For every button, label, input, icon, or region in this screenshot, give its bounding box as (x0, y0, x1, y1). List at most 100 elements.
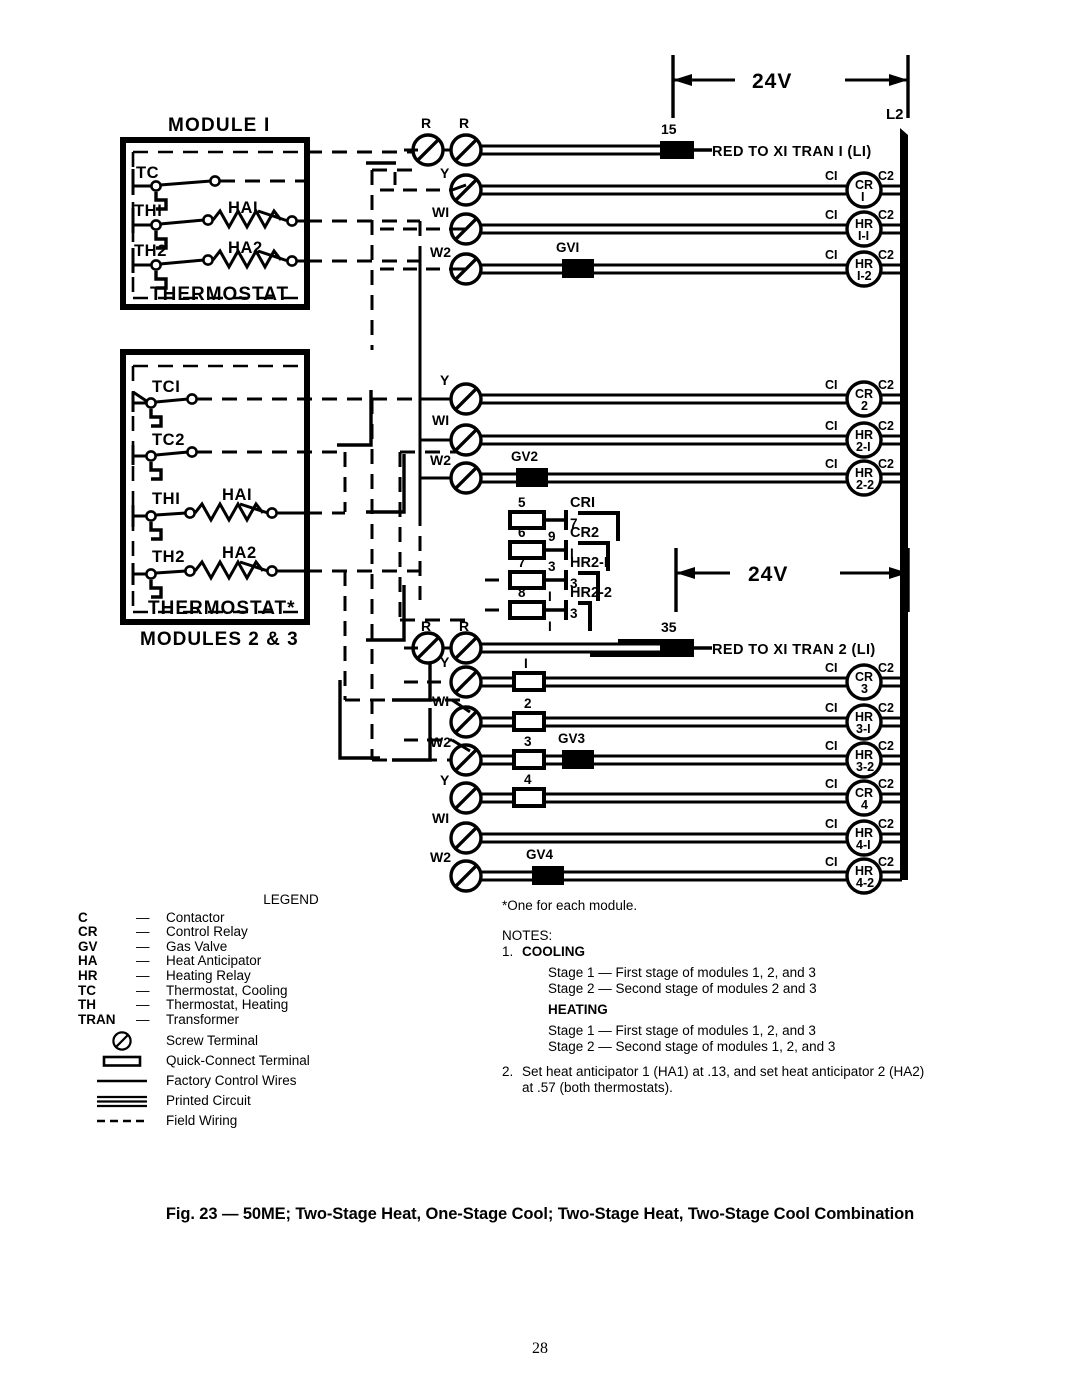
legend-symbol-row: Printed Circuit (78, 1091, 478, 1110)
quick-connect-terminal-icon[interactable] (512, 711, 546, 732)
quick-connect-terminal-icon (78, 1053, 166, 1069)
quick-connect-terminal-icon[interactable] (660, 141, 694, 159)
screw-terminal-icon[interactable] (449, 821, 483, 855)
quick-connect-terminal-icon[interactable] (508, 510, 546, 530)
quick-connect-terminal-icon[interactable] (508, 570, 546, 590)
coil-sub: I-2 (857, 269, 872, 283)
terminal-label-w1: WI (432, 810, 449, 826)
legend-symbol-row: Factory Control Wires (78, 1071, 478, 1090)
screw-terminal-icon[interactable] (449, 461, 483, 495)
legend-term: Contactor (166, 909, 225, 925)
field-wiring-icon (78, 1116, 166, 1126)
factory-control-wires-icon (78, 1076, 166, 1086)
transformer-lead-label-2: RED TO XI TRAN 2 (LI) (712, 642, 876, 658)
screw-terminal-icon[interactable] (449, 382, 483, 416)
legend-dash: — (136, 1011, 150, 1027)
voltage-dimension-top: 24V (671, 55, 910, 118)
screw-terminal-icon[interactable] (449, 133, 483, 167)
coil-terminal-c2: C2 (878, 378, 894, 392)
screw-terminal-icon[interactable] (449, 781, 483, 815)
circuit-row-w1-hr21: WI HR 2-I CI C2 (420, 412, 902, 459)
gas-valve-terminal-icon[interactable] (532, 866, 564, 885)
screw-terminal-icon[interactable] (449, 705, 483, 739)
module1-box-label: THERMOSTAT (150, 284, 289, 305)
coil-sub: 2-2 (856, 478, 874, 492)
quick-connect-terminal-icon[interactable] (660, 639, 694, 657)
contact-bottom-number: I (548, 619, 552, 634)
quick-connect-terminal-icon[interactable] (512, 749, 546, 770)
quick-connect-terminal-icon[interactable] (508, 540, 546, 560)
legend-term: Gas Valve (166, 938, 228, 954)
terminal-label-w1: WI (432, 412, 449, 428)
legend-dash: — (136, 953, 150, 969)
legend-abbr: HA (78, 953, 98, 969)
quick-connect-terminal-icon[interactable] (512, 787, 546, 808)
legend: LEGEND C — Contactor CR — Control Relay … (78, 892, 478, 1130)
screw-terminal-icon (78, 1030, 166, 1052)
voltage-dimension-bottom: 24V (674, 548, 910, 612)
modules23-switch-th2 (131, 558, 420, 599)
legend-abbr: GV (78, 938, 98, 954)
terminal-label-w2: W2 (430, 452, 451, 468)
coil-terminal-c2: C2 (878, 661, 894, 675)
note-heating-stage-2: Stage 2 — Second stage of modules 1, 2, … (548, 1038, 836, 1054)
gas-valve-terminal-icon[interactable] (562, 259, 594, 278)
contact-block: 5 9 CRI 7 6 3 CR2 I 7 I HR2-I 3 8 I HR2-… (485, 495, 620, 634)
contact-name: HR2-I (570, 555, 608, 571)
coil-terminal-c2: C2 (878, 169, 894, 183)
legend-abbr: CR (78, 924, 98, 940)
coil-terminal-c2: C2 (878, 855, 894, 869)
quick-connect-number: 2 (524, 696, 532, 711)
contact-name: CRI (570, 495, 595, 511)
legend-dash: — (136, 909, 150, 925)
screw-terminal-icon[interactable] (449, 665, 483, 699)
coil-terminal-c2: C2 (878, 248, 894, 262)
gas-valve-terminal-icon[interactable] (516, 468, 548, 487)
legend-abbr: TC (78, 982, 96, 998)
quick-connect-terminal-icon[interactable] (512, 671, 546, 692)
coil-terminal-c1: CI (825, 457, 838, 471)
circuit-row-w1-hr31: WI 2 HR 3-I CI C2 (404, 693, 902, 741)
note-cooling-stage-1: Stage 1 — First stage of modules 1, 2, a… (548, 965, 816, 981)
contact-top-number: 8 (518, 585, 526, 600)
modules23-box-label: THERMOSTAT* (148, 598, 296, 619)
quick-connect-terminal-icon[interactable] (508, 600, 546, 620)
legend-symbol-row: Field Wiring (78, 1111, 478, 1130)
terminal-label-w1: WI (432, 204, 449, 220)
module1-switch-label-th1: THI (134, 202, 162, 220)
page-number: 28 (532, 1340, 548, 1357)
terminal-label-y: Y (440, 654, 450, 670)
coil-terminal-c1: CI (825, 419, 838, 433)
legend-term: Transformer (166, 1011, 240, 1027)
circuit-row-y-cr4: Y 4 CR 4 CI C2 (440, 772, 902, 817)
page-root: MODULE I TC THI HAI TH2 HA2 THERMOSTAT T… (0, 0, 1080, 1397)
legend-dash: — (136, 938, 150, 954)
circuit-row-y-cr2: Y CR 2 CI C2 (420, 372, 902, 418)
gas-valve-label: GV3 (558, 731, 586, 746)
terminal-label-w2: W2 (430, 734, 451, 750)
legend-term: Printed Circuit (166, 1092, 251, 1108)
legend-term: Quick-Connect Terminal (166, 1052, 310, 1068)
note-number: 2. (502, 1064, 514, 1080)
contact-bottom-number: 9 (548, 529, 556, 544)
coil-sub: 4-2 (856, 876, 874, 890)
coil-terminal-c2: C2 (878, 419, 894, 433)
legend-dash: — (136, 997, 150, 1013)
quick-connect-number: I (524, 656, 528, 671)
modules23-switch-label-th2: TH2 (152, 548, 185, 566)
modules23-switch-label-th1: THI (152, 490, 180, 508)
contact-bottom-number: 3 (548, 559, 556, 574)
circuit-row-w1-hr11: WI HR I-I CI C2 (380, 204, 902, 248)
legend-symbol-row: Screw Terminal (78, 1030, 478, 1052)
contact-top-number: 5 (518, 495, 526, 510)
coil-sub: 3-2 (856, 760, 874, 774)
screw-terminal-icon[interactable] (449, 631, 483, 665)
circuit-row-w2-hr42: W2 GV4 HR 4-2 CI C2 (430, 847, 902, 895)
legend-dash: — (136, 924, 150, 940)
coil-terminal-c2: C2 (878, 457, 894, 471)
screw-terminal-icon[interactable] (449, 423, 483, 457)
screw-terminal-icon[interactable] (449, 859, 483, 893)
note-item-2: 2. Set heat anticipator 1 (HA1) at .13, … (502, 1064, 972, 1095)
legend-term: Heat Anticipator (166, 953, 262, 969)
gas-valve-terminal-icon[interactable] (562, 750, 594, 769)
